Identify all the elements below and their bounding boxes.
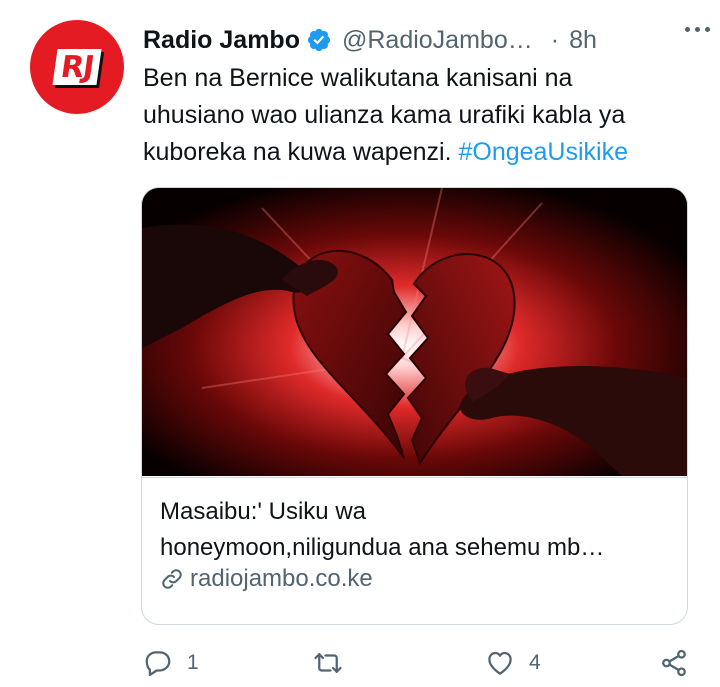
share-button[interactable]	[659, 645, 689, 681]
account-handle[interactable]: @RadioJambo…	[342, 26, 533, 55]
tweet-actions: 1 4	[143, 645, 703, 681]
tweet-timestamp[interactable]: 8h	[569, 26, 597, 55]
heart-icon	[488, 651, 512, 675]
broken-heart-hands-image	[142, 188, 687, 476]
card-domain-text: radiojambo.co.ke	[190, 565, 373, 592]
verified-badge-icon	[307, 28, 331, 52]
card-title[interactable]: Masaibu:' Usiku wa honeymoon,niligundua …	[160, 494, 670, 566]
link-preview-card[interactable]: Masaibu:' Usiku wa honeymoon,niligundua …	[141, 187, 688, 625]
tweet-text-line: kuboreka na kuwa wapenzi.	[143, 138, 459, 166]
card-domain[interactable]: radiojambo.co.ke	[160, 565, 373, 593]
retweet-icon	[314, 653, 342, 673]
avatar[interactable]: RJ	[30, 20, 124, 114]
radio-jambo-logo: RJ	[52, 49, 102, 85]
like-count: 4	[529, 651, 541, 674]
tweet-text-line: uhusiano wao ulianza kama urafiki kabla …	[143, 101, 626, 129]
reply-icon	[145, 651, 171, 676]
like-button[interactable]: 4	[485, 645, 541, 681]
card-title-line: honeymoon,niligundua ana sehemu mb…	[160, 534, 605, 561]
reply-count: 1	[187, 651, 199, 674]
tweet-header: Radio Jambo @RadioJambo… · 8h	[143, 23, 703, 57]
more-options-icon[interactable]	[685, 27, 710, 32]
reply-button[interactable]: 1	[143, 645, 199, 681]
retweet-button[interactable]	[313, 645, 357, 681]
link-icon	[162, 569, 182, 589]
tweet-text: Ben na Bernice walikutana kanisani na uh…	[143, 60, 703, 171]
card-image[interactable]	[142, 188, 687, 476]
share-icon	[662, 649, 686, 677]
separator-dot: ·	[550, 25, 560, 54]
card-title-line: Masaibu:' Usiku wa	[160, 498, 366, 525]
account-name[interactable]: Radio Jambo	[143, 26, 300, 55]
hashtag-link[interactable]: #OngeaUsikike	[458, 138, 628, 166]
card-body[interactable]: Masaibu:' Usiku wa honeymoon,niligundua …	[142, 477, 687, 624]
tweet-text-line: Ben na Bernice walikutana kanisani na	[143, 64, 573, 92]
